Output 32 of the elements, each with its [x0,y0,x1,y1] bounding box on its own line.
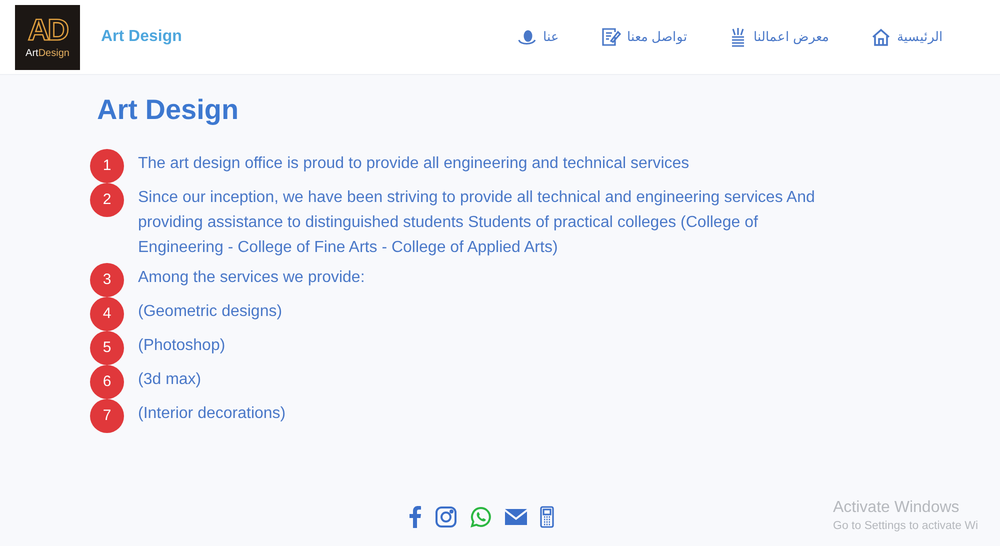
nav-link[interactable]: الرئيسية [871,27,943,47]
logo-monogram: AD [28,16,68,46]
list-text: (Photoshop) [138,336,226,356]
number-badge: 1 [90,149,124,183]
facebook-icon[interactable] [408,506,422,528]
page-heading: Art Design [97,93,240,127]
number-badge: 3 [90,263,124,297]
number-badge: 4 [90,297,124,331]
list-text: The art design office is proud to provide all engineering and technical services [138,154,690,174]
list-text: (Geometric designs) [138,302,282,322]
whatsapp-icon[interactable] [470,506,492,528]
number-badge: 2 [90,183,124,217]
logo-wordmark: ArtDesign [26,48,70,58]
instagram-icon[interactable] [435,506,457,528]
nav-link[interactable]: تواصل معنا [600,27,688,47]
note-pencil-icon [600,27,621,47]
home-icon [871,28,891,46]
list-text: (Interior decorations) [138,404,286,424]
list-text: Since our inception, we have been striving to provide all technical and engineering services And providing assistance to distinguished students Students of practical colleges (College of Engineering - College of Fine Arts - College of Applied Arts) [138,188,816,258]
list-text: Among the services we provide: [138,268,365,288]
logo[interactable]: AD ArtDesign [15,4,80,70]
nav-link[interactable]: عنا [516,27,559,47]
number-badge: 7 [90,399,124,433]
nav-link[interactable]: معرض اعمالنا [729,27,829,47]
number-badge: 5 [90,331,124,365]
number-badge: 6 [90,365,124,399]
envelope-icon[interactable] [505,509,527,525]
list-text: (3d max) [138,370,202,390]
brand-name[interactable]: Art Design [101,25,182,49]
activation-message: Go to Settings to activate Wi [833,519,978,534]
mobile-phone-icon[interactable] [540,506,554,528]
activation-title: Activate Windows [833,498,960,518]
